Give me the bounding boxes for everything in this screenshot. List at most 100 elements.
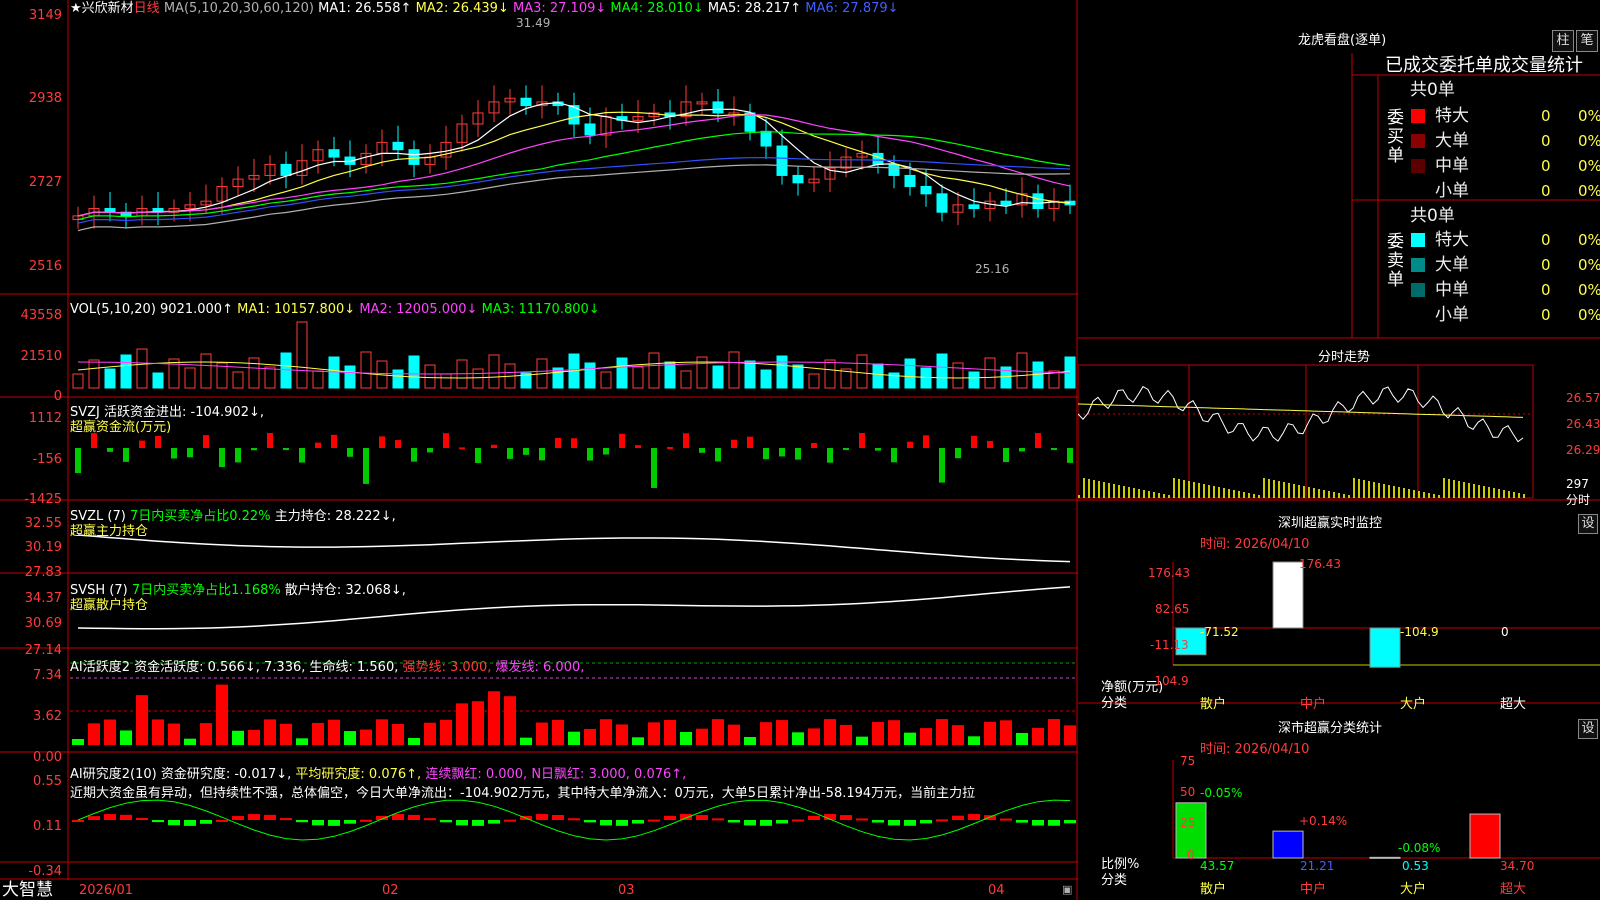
intraday-vol-bar [1188,481,1190,498]
intraday-vol-bar [1443,478,1445,498]
svsh-ratio: 7日内买卖净占比1.168% [131,583,281,598]
intraday-vol-bar [1228,489,1230,498]
volume-bar [648,352,660,389]
activity-bar [744,736,756,745]
intraday-vol-bar [1468,483,1470,498]
date-label: 03 [618,883,635,898]
buy-value: 0 [1541,132,1551,150]
activity-bar [344,731,356,745]
tick-toggle-button[interactable]: 笔 [1576,30,1598,52]
intraday-vol-bar [1338,493,1340,498]
volume-bar [856,354,868,389]
main-header: ★兴欣新材日线 MA(5,10,20,30,60,120) MA1: 26.55… [70,1,899,17]
sell-side-label: 委卖单 [1387,232,1404,290]
intraday-tick: 26.29 [1566,443,1600,457]
volume-bar [104,368,116,389]
activity-bar [968,736,980,745]
class-tick: 25 [1180,816,1196,830]
sell-m-swatch [1411,283,1425,297]
activity-bar [552,719,564,745]
activity-bar [664,719,676,745]
star-icon[interactable]: ★ [70,1,82,16]
volume-bar [904,358,916,389]
kline-chart-area[interactable] [0,0,1078,900]
flow-bar [827,448,833,463]
volume-bar [184,367,196,389]
intraday-vol-bar [1283,482,1285,498]
volume-bar [744,360,756,389]
activity-bar [248,729,260,745]
volume-bar [392,369,404,389]
intraday-vol-bar [1513,492,1515,498]
candle-body [1000,200,1012,206]
flow-bar [299,448,305,463]
flow-bar [795,448,801,460]
flow-bar [987,440,993,448]
activity-bar [216,684,228,745]
intraday-vol-bar [1398,487,1400,498]
activity-bar [264,719,276,745]
intraday-vol-bar [1418,491,1420,498]
research-bar [424,818,436,821]
class-category: 大户 [1400,882,1427,897]
monitor-settings-button[interactable]: 设 [1578,514,1598,534]
intraday-vol-bar [1383,484,1385,498]
activity-bar [904,732,916,745]
vol-ma2: MA2: 12005.000↓ [359,302,478,317]
intraday-vol-bar [1218,487,1220,498]
sell-value: 0 [1541,256,1551,274]
flow-bar [427,448,433,453]
flow-bar [443,433,449,448]
class-tick: 75 [1180,754,1196,768]
intraday-vol-bar [1358,479,1360,498]
ai2-tick: 0.55 [33,774,62,789]
activity-bar [616,724,628,745]
activity-bar [680,732,692,745]
vol-tick: 43558 [20,308,62,323]
candle-body [888,163,900,176]
flow-bar [507,448,513,459]
monitor-value: -71.52 [1200,625,1239,639]
date-label: 2026/01 [79,883,134,898]
class-settings-button[interactable]: 设 [1578,719,1598,739]
buy-pct: 0% [1578,157,1600,175]
intraday-vol-bar [1233,490,1235,498]
research-bar [88,816,100,820]
intraday-vol-bar [1138,489,1140,498]
class-category: 超大 [1500,882,1527,897]
svsh-label: SVSH (7) [70,583,128,598]
buy-total: 共0单 [1410,80,1455,100]
activity-bar [520,737,532,745]
sell-pct: 0% [1578,231,1600,249]
intraday-vol-bar [1093,480,1095,498]
research-bar [696,815,708,820]
activity-bar [168,723,180,745]
period-label[interactable]: 日线 [134,1,160,16]
activity-bar [488,691,500,745]
research-bar [744,820,756,826]
research-bar [600,820,612,826]
volume-bar [872,363,884,389]
intraday-vol-bar [1118,485,1120,498]
research-bar [248,814,260,820]
intraday-tick: 26.43 [1566,417,1600,431]
flow-bar [331,434,337,448]
lock-icon[interactable]: ▣ [1062,882,1072,897]
ma2-label: MA2: 26.439↓ [415,1,509,16]
intraday-vol-bar [1438,495,1440,498]
buy-pct: 0% [1578,107,1600,125]
research-bar [104,814,116,820]
research-bar [536,814,548,820]
research-bar [1064,820,1076,824]
monitor-category: 散户 [1200,697,1227,712]
intraday-vol-bar [1393,486,1395,498]
intraday-avg-line [1078,403,1524,418]
class-bar [1469,813,1501,859]
volume-bar [88,359,100,389]
volume-bar [936,353,948,389]
sell-value: 0 [1541,231,1551,249]
bar-toggle-button[interactable]: 柱 [1552,30,1574,52]
activity-bar [936,719,948,745]
volume-bar [72,373,84,389]
activity-bar [472,701,484,745]
